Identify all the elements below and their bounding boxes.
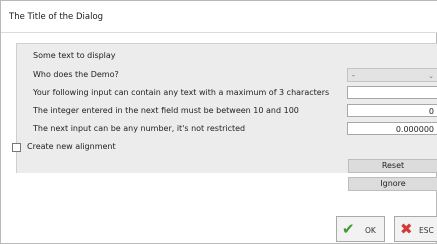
create-alignment-label: Create new alignment: [27, 142, 116, 151]
checkmark-icon: ✔: [342, 220, 355, 238]
number-input-label: The next input can be any number, it's n…: [33, 124, 246, 133]
text-input[interactable]: [347, 86, 437, 99]
create-alignment-checkbox[interactable]: [12, 143, 21, 152]
ok-button[interactable]: ✔ OK: [336, 216, 385, 242]
integer-input-label: The integer entered in the next field mu…: [33, 106, 299, 115]
reset-button[interactable]: Reset: [348, 159, 437, 173]
demo-select[interactable]: - ⌄: [347, 68, 437, 82]
text-input-label: Your following input can contain any tex…: [33, 88, 330, 97]
close-icon: ✖: [400, 220, 413, 238]
intro-text: Some text to display: [33, 51, 116, 60]
title-bar: The Title of the Dialog: [1, 1, 437, 33]
esc-button[interactable]: ✖ ESC: [394, 216, 437, 242]
dialog-window: The Title of the Dialog Some text to dis…: [0, 0, 437, 244]
ignore-button[interactable]: Ignore: [348, 177, 437, 191]
number-input[interactable]: 0.000000: [347, 122, 437, 135]
demo-select-value: -: [352, 71, 355, 80]
chevron-down-icon: ⌄: [428, 72, 434, 80]
integer-input[interactable]: 0: [347, 104, 437, 117]
demo-label: Who does the Demo?: [33, 70, 119, 79]
esc-label: ESC: [419, 226, 434, 235]
ok-label: OK: [365, 226, 376, 235]
dialog-title: The Title of the Dialog: [9, 12, 104, 22]
